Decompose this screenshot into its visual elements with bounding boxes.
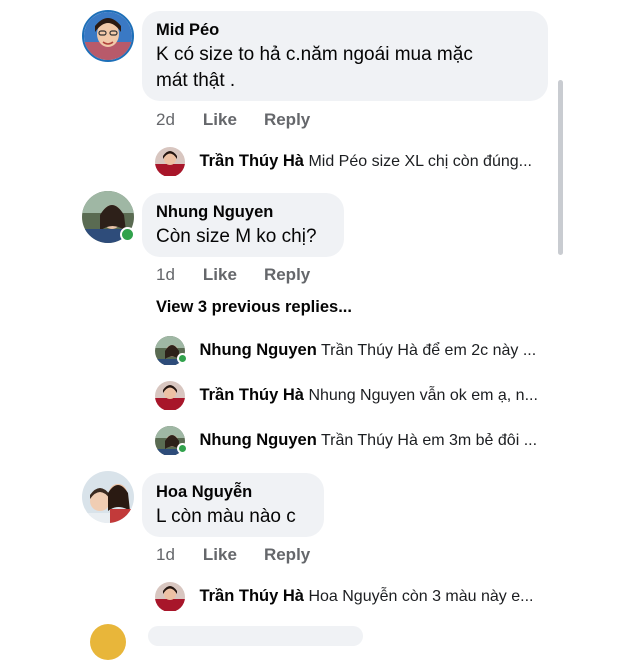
comment-bubble: Hoa Nguyễn L còn màu nào c xyxy=(142,473,324,537)
comment-actions: 2d Like Reply xyxy=(156,110,337,130)
like-button[interactable]: Like xyxy=(203,110,237,130)
reply-preview: Nhung Nguyen vẫn ok em ạ, n... xyxy=(308,387,538,404)
next-comment-avatar-partial[interactable] xyxy=(90,624,126,660)
timestamp[interactable]: 2d xyxy=(156,110,175,130)
reply-author[interactable]: Trần Thúy Hà xyxy=(199,386,304,404)
like-button[interactable]: Like xyxy=(203,545,237,565)
reply-author[interactable]: Nhung Nguyen xyxy=(199,341,316,359)
comment-text: L còn màu nào c xyxy=(156,506,296,527)
scrollbar[interactable] xyxy=(558,80,563,255)
reply-preview: Trần Thúy Hà em 3m bẻ đôi ... xyxy=(320,432,538,449)
reply-author[interactable]: Trần Thúy Hà xyxy=(199,152,304,170)
comment-bubble: Nhung Nguyen Còn size M ko chị? xyxy=(142,193,344,257)
timestamp[interactable]: 1d xyxy=(156,265,175,285)
reply-preview: Mid Péo size XL chị còn đúng... xyxy=(308,153,532,170)
comment-bubble: Mid Péo K có size to hả c.năm ngoái mua … xyxy=(142,11,548,101)
reply-button[interactable]: Reply xyxy=(264,265,310,285)
reply-row[interactable]: Trần Thúy Hà Nhung Nguyen vẫn ok em ạ, n… xyxy=(155,380,545,410)
reply-author[interactable]: Nhung Nguyen xyxy=(199,431,316,449)
timestamp[interactable]: 1d xyxy=(156,545,175,565)
avatar[interactable] xyxy=(82,10,134,62)
avatar[interactable] xyxy=(155,581,185,611)
reply-row[interactable]: Trần Thúy Hà Hoa Nguyễn còn 3 màu này e.… xyxy=(155,581,545,611)
reply-button[interactable]: Reply xyxy=(264,545,310,565)
reply-author[interactable]: Trần Thúy Hà xyxy=(199,587,304,605)
reply-row[interactable]: Trần Thúy Hà Mid Péo size XL chị còn đún… xyxy=(155,146,545,176)
online-status-dot xyxy=(120,227,135,242)
comment-author[interactable]: Nhung Nguyen xyxy=(156,202,330,222)
like-button[interactable]: Like xyxy=(203,265,237,285)
comment-text: K có size to hả c.năm ngoái mua mặc xyxy=(156,44,473,65)
reply-row[interactable]: Nhung Nguyen Trần Thúy Hà em 3m bẻ đôi .… xyxy=(155,425,545,455)
avatar[interactable] xyxy=(155,146,185,176)
avatar[interactable] xyxy=(155,380,185,410)
comment-author[interactable]: Hoa Nguyễn xyxy=(156,482,310,502)
comment-actions: 1d Like Reply xyxy=(156,265,337,285)
reply-button[interactable]: Reply xyxy=(264,110,310,130)
comment-author[interactable]: Mid Péo xyxy=(156,20,534,40)
comment-text: Còn size M ko chị? xyxy=(156,226,317,247)
comment-actions: 1d Like Reply xyxy=(156,545,337,565)
view-previous-replies-link[interactable]: View 3 previous replies... xyxy=(156,297,352,317)
online-status-dot xyxy=(177,443,188,454)
reply-preview: Hoa Nguyễn còn 3 màu này e... xyxy=(308,588,534,605)
comment-text: mát thật . xyxy=(156,70,236,91)
next-comment-bubble-partial xyxy=(148,626,363,646)
online-status-dot xyxy=(177,353,188,364)
reply-row[interactable]: Nhung Nguyen Trần Thúy Hà để em 2c này .… xyxy=(155,335,545,365)
avatar[interactable] xyxy=(82,471,134,523)
reply-preview: Trần Thúy Hà để em 2c này ... xyxy=(320,342,537,359)
